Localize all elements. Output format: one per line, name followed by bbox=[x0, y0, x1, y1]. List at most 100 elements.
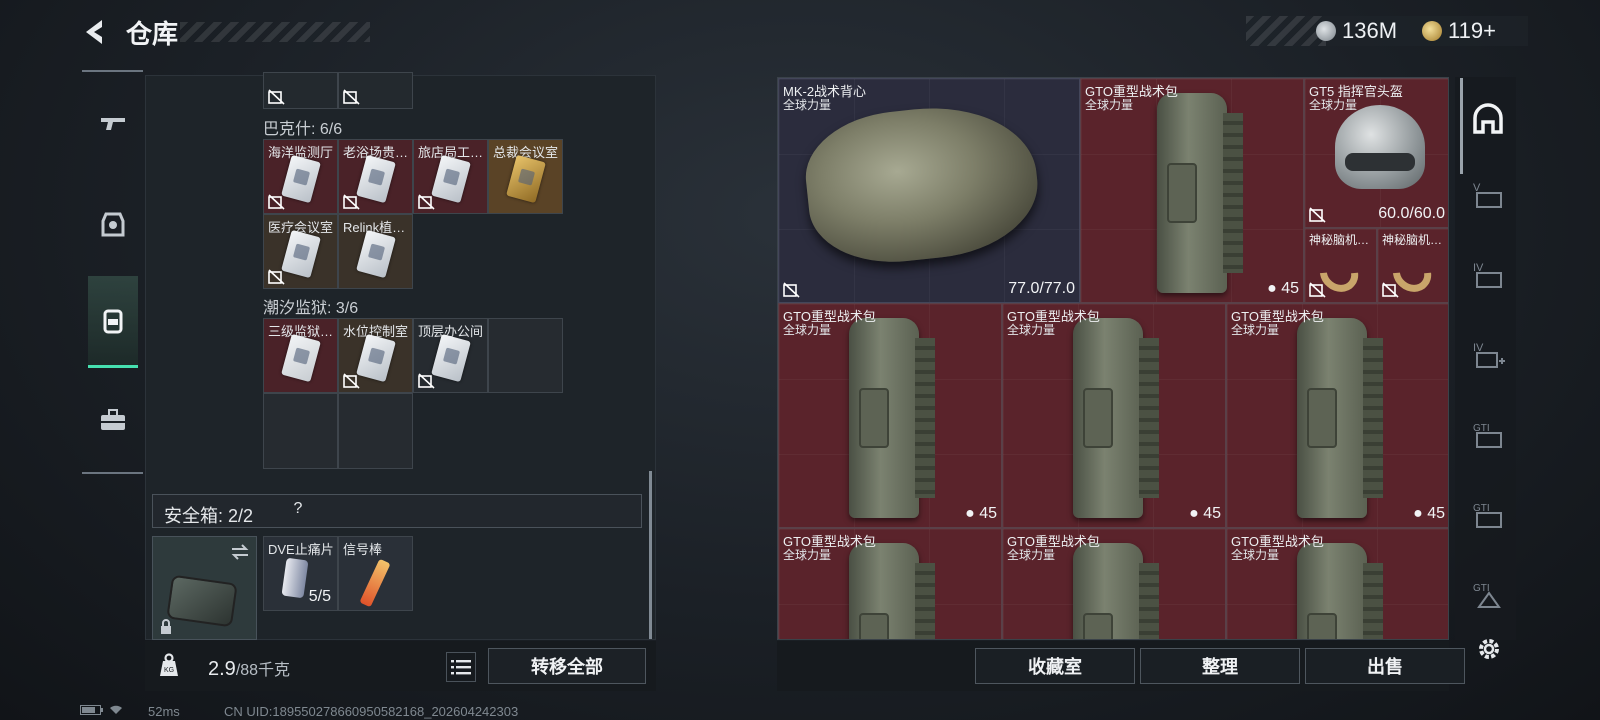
no-transfer-icon bbox=[1382, 282, 1399, 298]
safebox-case-icon bbox=[166, 574, 238, 628]
painkiller-icon bbox=[281, 557, 309, 599]
safebox-item-slot[interactable]: DVE止痛片 5/5 bbox=[263, 536, 338, 611]
keycard-slot[interactable]: 三级监狱… bbox=[263, 318, 338, 393]
item-backpack[interactable]: GTO重型战术包 全球力量 ● 45 bbox=[778, 303, 1002, 528]
item-faction: 全球力量 bbox=[783, 548, 832, 562]
nav-weapons[interactable] bbox=[88, 84, 138, 164]
no-transfer-icon bbox=[783, 282, 800, 298]
filter-gti-1[interactable]: GTI bbox=[1470, 418, 1506, 454]
no-transfer-icon bbox=[1309, 282, 1326, 298]
filter-tier-v[interactable]: V bbox=[1470, 178, 1506, 214]
item-slot[interactable] bbox=[338, 72, 413, 109]
help-button[interactable]: ? bbox=[287, 500, 309, 522]
filter-gti-3[interactable]: GTI bbox=[1470, 578, 1506, 614]
lock-icon bbox=[161, 619, 171, 634]
wifi-icon bbox=[110, 705, 122, 714]
back-button[interactable] bbox=[80, 16, 112, 48]
ping-indicator: 52ms bbox=[148, 704, 180, 719]
item-faction: 全球力量 bbox=[783, 323, 832, 337]
item-count: ● 45 bbox=[1413, 505, 1445, 522]
armor-icon bbox=[101, 212, 125, 237]
user-icon: ● bbox=[1267, 280, 1282, 297]
currency-gold[interactable]: 119+ bbox=[1448, 18, 1496, 44]
filter-tier-iv-plus[interactable]: IV bbox=[1470, 338, 1506, 374]
item-helmet[interactable]: GT5 指挥官头盔 全球力量 60.0/60.0 bbox=[1304, 78, 1448, 228]
item-backpack[interactable]: GTO重型战术包 全球力量 bbox=[1226, 528, 1448, 639]
item-faction: 全球力量 bbox=[1309, 98, 1358, 112]
safebox-container[interactable] bbox=[152, 536, 257, 640]
item-backpack[interactable]: GTO重型战术包 全球力量 ● 45 bbox=[1226, 303, 1448, 528]
folder-filter-icon: IV bbox=[1473, 262, 1502, 288]
keycard-slot[interactable]: 医疗会议室 bbox=[263, 214, 338, 289]
settings-gear-icon[interactable] bbox=[1474, 634, 1504, 664]
battery-wifi-status bbox=[80, 704, 136, 719]
filter-gti-2[interactable]: GTI bbox=[1470, 498, 1506, 534]
keycard-icon bbox=[431, 154, 471, 204]
transfer-all-button[interactable]: 转移全部 bbox=[488, 648, 646, 684]
empty-slot[interactable] bbox=[263, 393, 338, 469]
nav-equipment[interactable] bbox=[88, 184, 138, 264]
swap-icon[interactable] bbox=[230, 543, 250, 561]
filter-all[interactable] bbox=[1470, 101, 1506, 137]
rail-scrollbar[interactable] bbox=[1460, 78, 1463, 174]
filter-tier-iv[interactable]: IV bbox=[1470, 258, 1506, 294]
keycard-slot[interactable]: 总裁会议室 bbox=[488, 139, 563, 214]
gti-filter-icon: GTI bbox=[1473, 423, 1502, 448]
item-backpack[interactable]: GTO重型战术包 全球力量 ● 45 bbox=[1002, 303, 1226, 528]
helmet-icon bbox=[1335, 105, 1425, 189]
list-view-button[interactable] bbox=[446, 652, 476, 682]
scrollbar[interactable] bbox=[649, 471, 652, 639]
no-transfer-icon bbox=[1309, 207, 1326, 223]
currency-decoration bbox=[1246, 16, 1326, 46]
keycard-icon bbox=[281, 229, 321, 279]
no-transfer-icon bbox=[268, 194, 285, 210]
warehouse-grid[interactable]: MK-2战术背心 全球力量 77.0/77.0 GTO重型战术包 全球力量 ● … bbox=[777, 77, 1449, 640]
backpack-icon bbox=[849, 318, 935, 518]
nav-backpack[interactable] bbox=[88, 276, 138, 368]
backpack-icon bbox=[1073, 318, 1159, 518]
no-transfer-icon bbox=[268, 89, 285, 105]
user-uid: CN UID:1895502786609505821​68_2026042423… bbox=[224, 704, 519, 719]
keycard-slot[interactable]: Relink植… bbox=[338, 214, 413, 289]
item-backpack[interactable]: GTO重型战术包 全球力量 bbox=[778, 528, 1002, 639]
nav-toolbox[interactable] bbox=[88, 380, 138, 460]
no-transfer-icon bbox=[418, 194, 435, 210]
keycard-slot[interactable]: 海洋监测厅 bbox=[263, 139, 338, 214]
weight-max: /88千克 bbox=[235, 662, 291, 679]
item-name: 神秘脑机… bbox=[1309, 233, 1370, 247]
item-brain-chip[interactable]: 神秘脑机… bbox=[1304, 228, 1377, 303]
helmet-filter-icon bbox=[1473, 103, 1503, 134]
keycard-slot[interactable]: 水位控制室 bbox=[338, 318, 413, 393]
empty-slot[interactable] bbox=[338, 393, 413, 469]
user-icon: ● bbox=[1189, 505, 1204, 522]
keycard-slot[interactable]: 老浴场贵… bbox=[338, 139, 413, 214]
item-durability: 60.0/60.0 bbox=[1378, 205, 1445, 222]
item-brain-chip[interactable]: 神秘脑机… bbox=[1377, 228, 1448, 303]
item-name: 信号棒 bbox=[343, 542, 383, 557]
no-transfer-icon bbox=[343, 89, 360, 105]
keycard-slot[interactable]: 顶层办公间 bbox=[413, 318, 488, 393]
item-faction: 全球力量 bbox=[1231, 548, 1280, 562]
currency-silver: 136M bbox=[1342, 18, 1398, 43]
battery-icon bbox=[80, 705, 122, 715]
sort-button[interactable]: 整理 bbox=[1140, 648, 1300, 684]
backpack-icon bbox=[1297, 318, 1383, 518]
item-backpack[interactable]: GTO重型战术包 全球力量 ● 45 bbox=[1080, 78, 1304, 303]
rail-divider bbox=[82, 70, 143, 72]
item-faction: 全球力量 bbox=[1007, 323, 1056, 337]
item-faction: 全球力量 bbox=[1007, 548, 1056, 562]
toolbox-icon bbox=[101, 409, 125, 430]
section-bakshi-label: 巴克什: 6/6 bbox=[263, 121, 343, 138]
empty-slot[interactable] bbox=[488, 318, 563, 393]
safebox-item-slot[interactable]: 信号棒 bbox=[338, 536, 413, 611]
sell-button[interactable]: 出售 bbox=[1305, 648, 1465, 684]
item-count: ● 45 bbox=[965, 505, 997, 522]
item-count: ● 45 bbox=[1267, 280, 1299, 297]
item-backpack[interactable]: GTO重型战术包 全球力量 bbox=[1002, 528, 1226, 639]
item-slot[interactable] bbox=[263, 72, 338, 109]
collection-button[interactable]: 收藏室 bbox=[975, 648, 1135, 684]
keycard-slot[interactable]: 旅店局工… bbox=[413, 139, 488, 214]
weight-current: 2.9 bbox=[208, 658, 236, 680]
weight-icon: KG bbox=[160, 653, 178, 676]
item-vest[interactable]: MK-2战术背心 全球力量 77.0/77.0 bbox=[778, 78, 1080, 303]
